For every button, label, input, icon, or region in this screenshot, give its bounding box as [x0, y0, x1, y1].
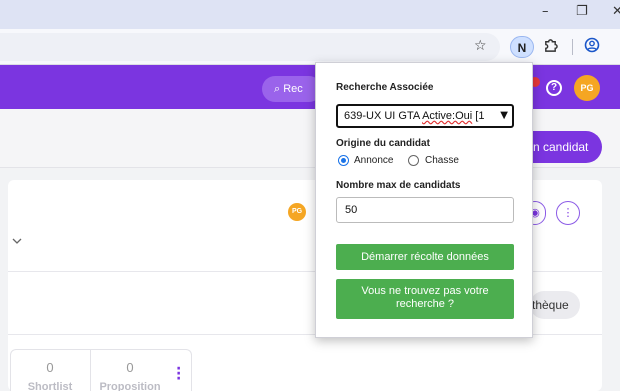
minimize-icon[interactable]: – [542, 4, 549, 19]
button-line: recherche ? [395, 298, 455, 310]
more-options-icon[interactable]: ⋮ [556, 201, 580, 225]
stat-proposition[interactable]: 0 Proposition [91, 360, 169, 391]
stat-label: Proposition [99, 381, 161, 391]
radio-chasse-label: Chasse [425, 155, 459, 166]
select-value-suffix: [1 [472, 110, 485, 122]
browser-titlebar [0, 0, 620, 29]
restore-icon[interactable]: ❐ [576, 4, 588, 19]
select-value-prefix: 639-UX UI GTA [344, 110, 423, 122]
stat-label: Shortlist [27, 381, 73, 391]
radio-chasse[interactable] [408, 155, 419, 166]
origin-label: Origine du candidat [336, 138, 430, 149]
stat-value: 0 [126, 360, 134, 375]
search-icon: ⌕ [274, 82, 281, 95]
extension-popup: Recherche Associée 639-UX UI GTA Active:… [315, 62, 533, 338]
header-search-button[interactable]: ⌕ Rec [262, 76, 322, 102]
star-icon[interactable]: ☆ [474, 38, 487, 54]
stats-more-icon[interactable]: · · · [176, 362, 181, 386]
select-value-flag: Active:Oui [422, 110, 473, 122]
stat-shortlist[interactable]: 0 Shortlist [11, 360, 89, 391]
radio-annonce-label: Annonce [354, 155, 394, 166]
max-candidates-label: Nombre max de candidats [336, 180, 461, 191]
recruiter-avatar: PG [288, 203, 306, 221]
close-icon[interactable]: ✕ [612, 4, 620, 19]
associated-search-select[interactable]: 639-UX UI GTA Active:Oui [1 ▼ [336, 104, 514, 128]
toolbar-separator [572, 39, 573, 55]
pipeline-stats: 0 Shortlist 0 Proposition [10, 349, 192, 391]
library-button[interactable]: thèque [530, 291, 580, 319]
help-icon[interactable]: ? [546, 80, 562, 96]
max-candidates-input[interactable]: 50 [336, 197, 514, 223]
search-not-found-button[interactable]: Vous ne trouvez pas votre recherche ? [336, 279, 514, 319]
address-field[interactable] [0, 33, 500, 61]
extension-n-icon[interactable]: N [510, 36, 534, 58]
button-line: Vous ne trouvez pas votre [361, 285, 489, 297]
chevron-down-icon[interactable] [12, 236, 22, 247]
user-avatar[interactable]: PG [574, 75, 600, 101]
dropdown-arrow-icon: ▼ [498, 106, 508, 126]
stat-value: 0 [46, 360, 54, 375]
puzzle-icon[interactable] [543, 38, 558, 57]
search-label: Rec [283, 83, 303, 95]
start-harvest-button[interactable]: Démarrer récolte données [336, 244, 514, 270]
profile-icon[interactable] [584, 37, 600, 57]
search-label-text: Recherche Associée [336, 82, 434, 93]
radio-annonce[interactable] [338, 155, 349, 166]
